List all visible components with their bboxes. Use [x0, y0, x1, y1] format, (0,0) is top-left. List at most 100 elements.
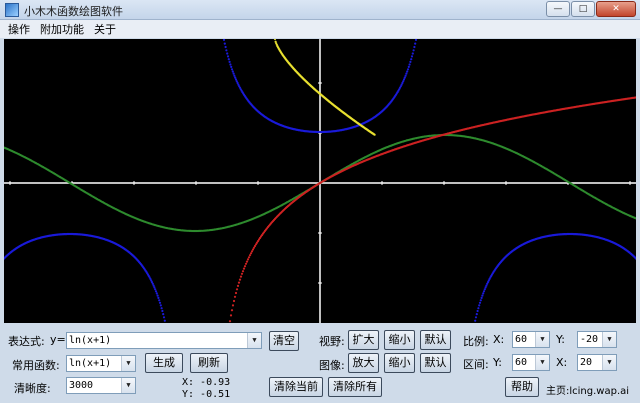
blue-curve-point — [409, 60, 412, 63]
menu-bar: 操作 附加功能 关于 — [0, 20, 640, 38]
range-x-select[interactable]: 20 ▼ — [577, 354, 617, 371]
red-curve-point — [246, 258, 250, 261]
blue-curve-point — [476, 309, 479, 313]
blue-curve-point — [155, 292, 158, 295]
blue-curve-point — [154, 288, 157, 291]
blue-curve-point — [403, 76, 406, 79]
y-prefix: y= — [50, 333, 66, 346]
red-curve-point — [240, 272, 244, 275]
red-curve-point — [236, 284, 240, 287]
image-zoom-in-button[interactable]: 放大 — [348, 353, 379, 373]
blue-curve-point — [157, 296, 160, 299]
app-icon — [5, 3, 19, 17]
blue-curve-point — [233, 74, 236, 77]
expression-input[interactable]: ln(x+1) ▼ — [66, 332, 262, 349]
blue-curve-point — [414, 39, 418, 41]
blue-curve-point — [477, 307, 480, 310]
image-zoom-out-button[interactable]: 缩小 — [384, 353, 415, 373]
red-curve-point — [245, 260, 249, 263]
chevron-down-icon[interactable]: ▼ — [602, 355, 616, 370]
blue-curve-point — [410, 55, 414, 58]
minimize-button[interactable]: — — [546, 1, 570, 17]
blue-curve-point — [406, 68, 410, 71]
clear-button[interactable]: 清空 — [269, 331, 299, 351]
common-functions-label: 常用函数: — [12, 359, 60, 372]
red-curve-point — [239, 275, 243, 278]
red-curve-point — [249, 252, 253, 255]
window-controls: — □ ✕ — [546, 1, 636, 17]
blue-curve-point — [230, 65, 233, 68]
clear-current-button[interactable]: 清除当前 — [269, 377, 323, 397]
blue-curve-point — [404, 74, 407, 77]
title-bar: 小木木函数绘图软件 — □ ✕ — [0, 0, 640, 20]
menu-about[interactable]: 关于 — [94, 21, 116, 37]
blue-curve-point — [231, 70, 234, 73]
blue-curve-point — [222, 39, 226, 41]
blue-curve-point — [413, 45, 416, 49]
view-default-button[interactable]: 默认 — [420, 330, 451, 350]
blue-curve-point — [162, 316, 166, 319]
graph-canvas[interactable] — [4, 39, 636, 323]
blue-curve-point — [232, 72, 235, 75]
blue-curve-point — [410, 58, 413, 61]
scale-x-label: X: — [493, 333, 505, 346]
red-curve-point — [238, 278, 242, 281]
axes — [4, 39, 636, 323]
clear-all-button[interactable]: 清除所有 — [328, 377, 382, 397]
blue-curve-point — [158, 299, 161, 302]
range-y-label: Y: — [493, 356, 502, 369]
help-button[interactable]: 帮助 — [505, 377, 539, 397]
red-curve-point — [247, 256, 251, 259]
common-functions-select[interactable]: ln(x+1) ▼ — [66, 355, 136, 372]
maximize-button[interactable]: □ — [571, 1, 595, 17]
blue-curve-point — [223, 42, 226, 45]
graph-svg — [4, 39, 636, 323]
blue-curve-point — [163, 319, 166, 322]
chevron-down-icon[interactable]: ▼ — [121, 378, 135, 393]
clarity-value: 3000 — [69, 380, 94, 391]
scale-y-select[interactable]: -20 ▼ — [577, 331, 617, 348]
menu-operation[interactable]: 操作 — [8, 21, 30, 37]
chevron-down-icon[interactable]: ▼ — [247, 333, 261, 348]
blue-curve-point — [408, 63, 411, 66]
scale-x-select[interactable]: 60 ▼ — [512, 331, 550, 348]
common-functions-value: ln(x+1) — [69, 358, 112, 369]
blue-curve-point — [229, 63, 232, 66]
chevron-down-icon[interactable]: ▼ — [535, 332, 549, 347]
red-curve-point — [234, 291, 238, 295]
blue-curve-point — [162, 313, 165, 316]
clarity-select[interactable]: 3000 ▼ — [66, 377, 136, 394]
view-label: 视野: — [319, 335, 345, 348]
curve-red — [228, 96, 636, 323]
blue-curve-point — [226, 55, 230, 58]
generate-button[interactable]: 生成 — [145, 353, 183, 373]
red-curve-point — [228, 320, 232, 323]
blue-curve-point — [474, 319, 477, 322]
chevron-down-icon[interactable]: ▼ — [121, 356, 135, 371]
red-curve-point — [233, 295, 237, 298]
red-curve-point — [237, 281, 241, 284]
blue-curve-point — [225, 49, 228, 52]
expression-value: ln(x+1) — [69, 335, 112, 346]
refresh-button[interactable]: 刷新 — [190, 353, 228, 373]
range-y-select[interactable]: 60 ▼ — [512, 354, 550, 371]
blue-curve-point — [159, 304, 162, 307]
view-expand-button[interactable]: 扩大 — [348, 330, 379, 350]
chevron-down-icon[interactable]: ▼ — [535, 355, 549, 370]
blue-curve-point — [481, 294, 484, 297]
blue-curve-point — [478, 301, 482, 304]
homepage-link[interactable]: 主页:lcing.wap.ai — [546, 382, 629, 397]
close-button[interactable]: ✕ — [596, 1, 636, 17]
blue-curve-point — [160, 307, 163, 310]
menu-extra-features[interactable]: 附加功能 — [40, 21, 84, 37]
red-curve-point — [244, 262, 248, 265]
range-x-value: 20 — [580, 357, 593, 368]
blue-curve-point — [158, 301, 162, 304]
image-default-button[interactable]: 默认 — [420, 353, 451, 373]
blue-curve-point — [402, 78, 406, 81]
view-shrink-button[interactable]: 缩小 — [384, 330, 415, 350]
blue-curve-point — [412, 49, 415, 52]
chevron-down-icon[interactable]: ▼ — [602, 332, 616, 347]
blue-curve-point — [479, 299, 482, 302]
blue-curve-point — [478, 304, 481, 307]
